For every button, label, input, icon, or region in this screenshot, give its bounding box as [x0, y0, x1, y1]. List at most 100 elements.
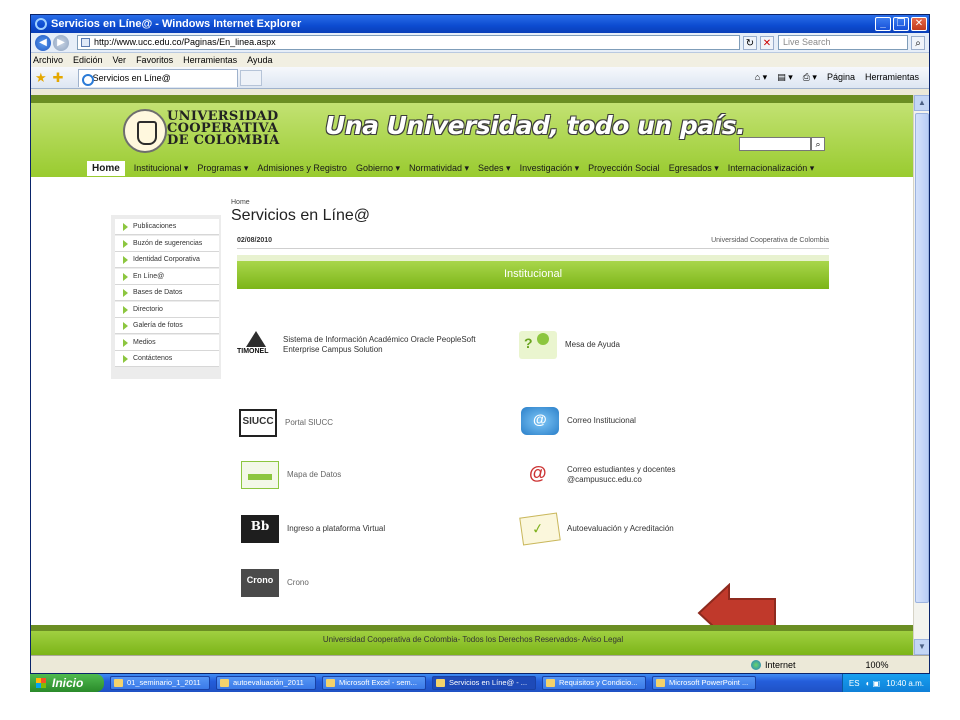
nav-investigacion[interactable]: Investigación ▾ — [520, 163, 580, 174]
crono-icon: Crono — [241, 569, 279, 597]
sidebar-item-buzon[interactable]: Buzón de sugerencias — [115, 235, 219, 252]
data-map-icon — [241, 461, 279, 489]
zoom-level[interactable]: 100% — [866, 660, 889, 670]
nav-normatividad[interactable]: Normatividad ▾ — [409, 163, 469, 174]
section-header: Institucional — [237, 255, 829, 289]
vertical-scrollbar[interactable]: ▲ ▼ — [913, 95, 929, 655]
sidebar-item-directorio[interactable]: Directorio — [115, 301, 219, 318]
sidebar-item-bases-datos[interactable]: Bases de Datos — [115, 285, 219, 301]
tools-menu[interactable]: Herramientas — [865, 72, 919, 83]
nav-proyeccion[interactable]: Proyección Social — [588, 163, 660, 173]
favorites-star-icon[interactable]: ★ — [35, 70, 47, 86]
maximize-button[interactable]: ❐ — [893, 17, 909, 31]
page-title: Servicios en Líne@ — [231, 207, 370, 224]
service-help-desk[interactable]: Mesa de Ayuda — [519, 331, 620, 359]
site-search-input[interactable] — [739, 137, 811, 151]
print-icon[interactable]: ⎙ ▾ — [803, 72, 817, 83]
scroll-thumb[interactable] — [915, 113, 929, 603]
forward-button[interactable]: ▶ — [53, 34, 69, 51]
tab-bar: ★ ✚ Servicios en Líne@ ⌂ ▾ ▤ ▾ ⎙ ▾ Págin… — [31, 67, 929, 89]
help-desk-icon — [519, 331, 557, 359]
university-logo[interactable]: UNIVERSIDAD COOPERATIVA DE COLOMBIA — [167, 110, 280, 147]
language-indicator[interactable]: ES — [849, 679, 860, 688]
menu-ver[interactable]: Ver — [113, 55, 127, 65]
stop-icon[interactable]: ✕ — [760, 35, 774, 50]
taskbar: Inicio 01_seminario_1_2011 autoevaluació… — [30, 674, 930, 692]
taskbar-item-excel[interactable]: Microsoft Excel - sem... — [322, 676, 426, 690]
service-data-map[interactable]: Mapa de Datos — [241, 461, 341, 489]
sidebar-item-contactenos[interactable]: Contáctenos — [115, 351, 219, 367]
feeds-icon[interactable]: ▤ ▾ — [777, 72, 793, 83]
sidebar-item-publicaciones[interactable]: Publicaciones — [115, 219, 219, 235]
start-button[interactable]: Inicio — [30, 674, 104, 692]
live-search-input[interactable]: Live Search — [778, 35, 908, 50]
menu-edicion[interactable]: Edición — [73, 55, 103, 65]
refresh-icon[interactable]: ↻ — [743, 35, 757, 50]
service-label: Mesa de Ayuda — [565, 340, 621, 349]
nav-home[interactable]: Home — [87, 160, 125, 176]
tray-icons[interactable]: ◐ ▣ — [866, 679, 881, 688]
site-footer: Universidad Cooperativa de Colombia- Tod… — [31, 625, 915, 655]
minimize-button[interactable]: _ — [875, 17, 891, 31]
service-mail[interactable]: Correo Institucional — [521, 407, 636, 435]
service-label: Autoevaluación y Acreditación — [567, 524, 674, 533]
nav-institucional[interactable]: Institucional ▾ — [134, 163, 189, 174]
nav-egresados[interactable]: Egresados ▾ — [669, 163, 719, 174]
timonel-icon — [237, 331, 275, 359]
menu-favoritos[interactable]: Favoritos — [136, 55, 173, 65]
taskbar-item-ie-requisitos[interactable]: Requisitos y Condicio... — [542, 676, 646, 690]
taskbar-item-folder-autoevaluacion[interactable]: autoevaluación_2011 — [216, 676, 316, 690]
nav-sedes[interactable]: Sedes ▾ — [478, 163, 511, 174]
sidebar-item-galeria[interactable]: Galería de fotos — [115, 318, 219, 334]
service-evaluation[interactable]: Autoevaluación y Acreditación — [519, 512, 674, 546]
student-mail-icon — [521, 461, 559, 489]
service-label: Crono — [287, 578, 309, 587]
scroll-down-icon[interactable]: ▼ — [914, 639, 929, 655]
nav-gobierno[interactable]: Gobierno ▾ — [356, 163, 400, 174]
top-nav: Home Institucional ▾ Programas ▾ Admisio… — [31, 159, 915, 177]
site-header: UNIVERSIDAD COOPERATIVA DE COLOMBIA Una … — [31, 95, 915, 177]
taskbar-item-ie-servicios[interactable]: Servicios en Líne@ - ... — [432, 676, 536, 690]
menu-bar: Archivo Edición Ver Favoritos Herramient… — [31, 53, 929, 67]
sidebar-item-medios[interactable]: Medios — [115, 334, 219, 351]
nav-internacionalizacion[interactable]: Internacionalización ▾ — [728, 163, 815, 174]
menu-ayuda[interactable]: Ayuda — [247, 55, 272, 65]
taskbar-item-powerpoint[interactable]: Microsoft PowerPoint ... — [652, 676, 756, 690]
site-search-button[interactable]: ⌕ — [811, 137, 825, 151]
page-menu[interactable]: Página — [827, 72, 855, 83]
mail-icon — [521, 407, 559, 435]
search-icon[interactable]: ⌕ — [911, 35, 925, 50]
org-text: Universidad Cooperativa de Colombia — [711, 237, 829, 244]
service-crono[interactable]: Crono Crono — [241, 569, 309, 597]
nav-admisiones[interactable]: Admisiones y Registro — [257, 163, 347, 173]
service-student-mail[interactable]: Correo estudiantes y docentes @campusucc… — [521, 461, 676, 489]
new-tab-button[interactable] — [239, 69, 262, 86]
address-bar: ◀ ▶ http://www.ucc.edu.co/Paginas/En_lin… — [31, 33, 929, 53]
service-label: Correo estudiantes y docentes @campusucc… — [567, 465, 676, 484]
menu-archivo[interactable]: Archivo — [33, 55, 63, 65]
tab-label: Servicios en Líne@ — [92, 72, 171, 83]
service-timonel[interactable]: Sistema de Información Académico Oracle … — [237, 331, 476, 359]
sidebar-item-identidad[interactable]: Identidad Corporativa — [115, 252, 219, 268]
taskbar-item-folder-seminario[interactable]: 01_seminario_1_2011 — [110, 676, 210, 690]
sidebar-item-en-linea[interactable]: En Líne@ — [115, 268, 219, 285]
service-siucc[interactable]: SIUCC Portal SIUCC — [239, 409, 333, 437]
service-label: Mapa de Datos — [287, 470, 342, 479]
date-row: 02/08/2010 Universidad Cooperativa de Co… — [237, 237, 829, 249]
zone-label: Internet — [765, 659, 796, 670]
university-crest-icon[interactable] — [123, 109, 167, 153]
evaluation-icon — [519, 512, 561, 546]
service-virtual[interactable]: Bb Ingreso a plataforma Virtual — [241, 515, 385, 543]
scroll-up-icon[interactable]: ▲ — [914, 95, 929, 111]
breadcrumb[interactable]: Home — [231, 199, 250, 206]
service-label: Correo Institucional — [567, 416, 636, 425]
close-button[interactable]: ✕ — [911, 17, 927, 31]
nav-programas[interactable]: Programas ▾ — [197, 163, 248, 174]
tab-servicios[interactable]: Servicios en Líne@ — [77, 68, 238, 87]
back-button[interactable]: ◀ — [35, 34, 51, 51]
system-tray: ES ◐ ▣ 10:40 a.m. — [841, 674, 930, 692]
url-field[interactable]: http://www.ucc.edu.co/Paginas/En_linea.a… — [77, 35, 740, 50]
add-favorite-icon[interactable]: ✚ — [53, 70, 64, 86]
home-icon[interactable]: ⌂ ▾ — [755, 72, 767, 83]
menu-herramientas[interactable]: Herramientas — [183, 55, 237, 65]
